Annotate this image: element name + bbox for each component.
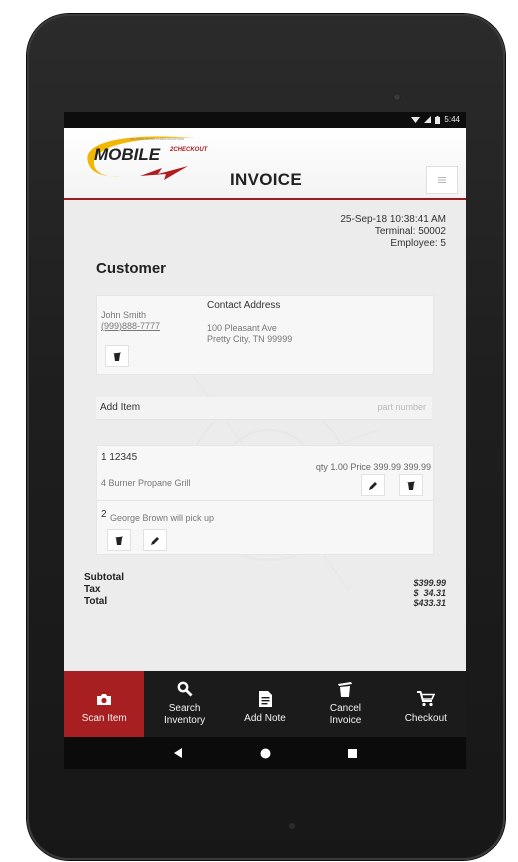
totals-values: $399.99 $ 34.31 $433.31 xyxy=(413,578,446,608)
add-item-row: Add Item xyxy=(96,397,432,420)
svg-text:RELIABLE RETAIL COMMUNICATIONS: RELIABLE RETAIL COMMUNICATIONS xyxy=(130,137,184,141)
address-line1: 100 Pleasant Ave xyxy=(207,323,277,333)
subtotal-value: $399.99 xyxy=(413,578,446,588)
note-item-number: 2 xyxy=(101,509,107,520)
customer-card[interactable]: John Smith (999)888-7777 Contact Address… xyxy=(96,295,434,375)
trash-icon xyxy=(338,677,353,701)
tax-value: $ 34.31 xyxy=(413,588,446,598)
cart-icon xyxy=(416,687,435,711)
employee-number: Employee: 5 xyxy=(390,238,446,249)
tab-cancel-invoice[interactable]: Cancel Invoice xyxy=(305,671,385,737)
item-description: 4 Burner Propane Grill xyxy=(101,478,191,488)
invoice-meta: 25-Sep-18 10:38:41 AM Terminal: 50002 Em… xyxy=(340,214,446,250)
subtotal-label: Subtotal xyxy=(84,572,124,583)
trash-icon xyxy=(115,536,123,545)
front-camera xyxy=(393,93,401,101)
back-icon[interactable] xyxy=(173,748,183,758)
total-label: Total xyxy=(84,596,108,607)
tax-label: Tax xyxy=(84,584,101,595)
trash-icon xyxy=(407,481,415,490)
add-item-label: Add Item xyxy=(100,402,141,413)
delete-item-button[interactable] xyxy=(399,474,423,496)
tab-label-line2: Invoice xyxy=(329,715,362,726)
menu-button[interactable] xyxy=(426,166,458,194)
tab-add-note[interactable]: Add Note xyxy=(225,671,305,737)
wifi-icon xyxy=(411,117,421,123)
recents-icon[interactable] xyxy=(348,748,358,758)
pencil-icon xyxy=(368,481,377,490)
address-line2: Pretty City, TN 99999 xyxy=(207,334,293,344)
battery-icon xyxy=(435,115,441,124)
home-icon[interactable] xyxy=(260,748,271,759)
tab-checkout[interactable]: Checkout xyxy=(386,671,466,737)
item-id: 1 12345 xyxy=(101,452,138,463)
tab-search-inventory[interactable]: Search Inventory xyxy=(144,671,224,737)
app-header: RELIABLE RETAIL COMMUNICATIONS MOBILE 2C… xyxy=(64,128,466,200)
mobile2checkout-logo: RELIABLE RETAIL COMMUNICATIONS MOBILE 2C… xyxy=(87,136,209,180)
invoice-datetime: 25-Sep-18 10:38:41 AM xyxy=(340,214,446,225)
tab-label: Add Note xyxy=(244,713,286,724)
contact-address-heading: Contact Address xyxy=(207,300,281,311)
tab-label: Cancel xyxy=(329,703,361,714)
svg-text:MOBILE: MOBILE xyxy=(94,145,161,164)
list-item[interactable]: 1 12345 4 Burner Propane Grill qty 1.00 … xyxy=(97,446,433,501)
terminal-number: Terminal: 50002 xyxy=(374,226,446,237)
part-number-input[interactable] xyxy=(306,397,430,417)
tab-scan-item[interactable]: Scan Item xyxy=(64,671,145,737)
invoice-items-list: 1 12345 4 Burner Propane Grill qty 1.00 … xyxy=(96,445,434,555)
hamburger-icon xyxy=(438,177,446,183)
bottom-action-bar: Scan Item Search Inventory Add Note Canc… xyxy=(64,671,466,737)
note-item-text: George Brown will pick up xyxy=(110,513,215,523)
device-sensor xyxy=(289,823,295,829)
delete-note-button[interactable] xyxy=(107,529,131,551)
page-title: INVOICE xyxy=(230,170,303,189)
item-price-line: qty 1.00 Price 399.99 399.99 xyxy=(315,462,431,472)
camera-icon xyxy=(96,687,112,711)
invoice-content: 25-Sep-18 10:38:41 AM Terminal: 50002 Em… xyxy=(64,200,466,671)
status-time: 5:44 xyxy=(444,115,460,124)
list-item[interactable]: 2 George Brown will pick up xyxy=(97,501,433,553)
totals-labels: Subtotal Tax Total xyxy=(84,572,124,608)
tab-label: Checkout xyxy=(404,713,447,724)
total-value: $433.31 xyxy=(413,598,446,608)
search-icon xyxy=(177,677,193,701)
customer-section-title: Customer xyxy=(96,260,167,277)
signal-icon xyxy=(424,116,432,123)
svg-text:2CHECKOUT: 2CHECKOUT xyxy=(169,147,209,153)
edit-note-button[interactable] xyxy=(143,529,167,551)
tab-label-line2: Inventory xyxy=(164,715,206,726)
remove-customer-button[interactable] xyxy=(105,345,129,367)
status-bar: 5:44 xyxy=(64,112,466,128)
tab-label: Search xyxy=(168,703,201,714)
system-nav-bar xyxy=(64,737,466,769)
customer-name: John Smith xyxy=(101,310,147,320)
trash-icon xyxy=(113,352,121,361)
note-icon xyxy=(258,687,272,711)
pencil-icon xyxy=(150,536,159,545)
app-screen: 5:44 RELIABLE RETAIL COMMUNICATIONS MOBI… xyxy=(64,112,466,769)
customer-phone-link[interactable]: (999)888-7777 xyxy=(101,321,160,331)
tab-label: Scan Item xyxy=(81,713,127,724)
edit-item-button[interactable] xyxy=(361,474,385,496)
